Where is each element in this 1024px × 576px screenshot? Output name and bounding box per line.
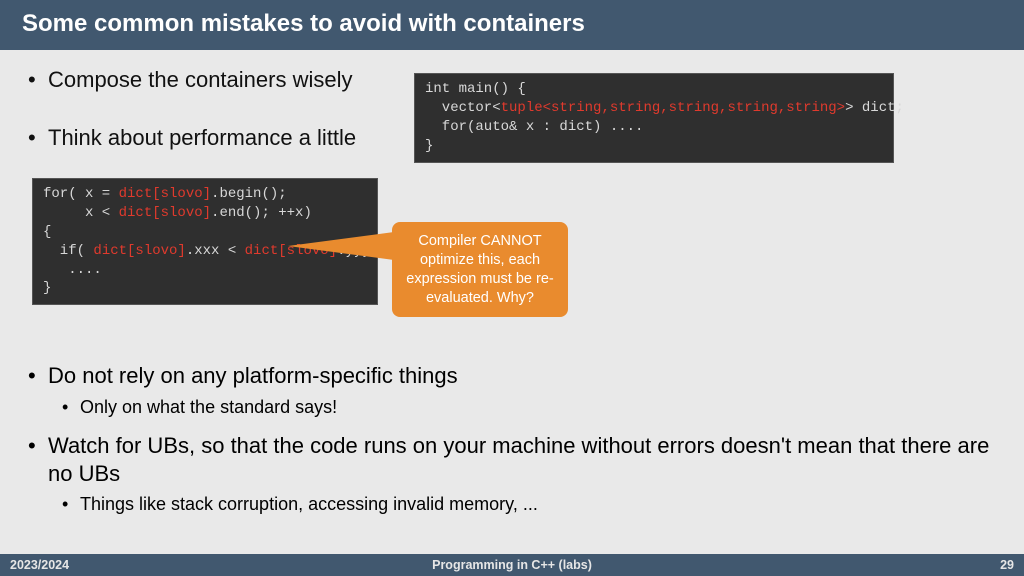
code-highlight: dict[slovo]	[119, 186, 211, 202]
code-highlight: dict[slovo]	[119, 205, 211, 221]
code-text: for(auto& x : dict) ....	[425, 119, 643, 135]
slide-title: Some common mistakes to avoid with conta…	[0, 0, 1024, 50]
code-text: .end(); ++x)	[211, 205, 312, 221]
footer-page-number: 29	[1000, 558, 1014, 572]
code-text: vector<	[425, 100, 501, 116]
code-text: }	[425, 138, 433, 154]
slide: Some common mistakes to avoid with conta…	[0, 0, 1024, 576]
code-highlight: dict[slovo]	[93, 243, 185, 259]
code-text: .begin();	[211, 186, 287, 202]
bullet-ub: Watch for UBs, so that the code runs on …	[28, 432, 996, 516]
code-text: if(	[43, 243, 93, 259]
bullet-text: Do not rely on any platform-specific thi…	[48, 363, 458, 388]
footer-course: Programming in C++ (labs)	[0, 558, 1024, 572]
code-highlight: tuple<string,string,string,string,string…	[501, 100, 845, 116]
code-text: > dict;	[845, 100, 904, 116]
code-text: {	[43, 224, 51, 240]
code-text: x <	[43, 205, 119, 221]
bullet-text: Watch for UBs, so that the code runs on …	[48, 433, 989, 486]
bullet-platform: Do not rely on any platform-specific thi…	[28, 362, 996, 418]
code-text: for( x =	[43, 186, 119, 202]
footer: 2023/2024 Programming in C++ (labs) 29	[0, 554, 1024, 576]
callout-arrow-icon	[288, 232, 394, 260]
subbullet-ub-examples: Things like stack corruption, accessing …	[48, 493, 996, 516]
code-text: int main() {	[425, 81, 526, 97]
code-text: .xxx <	[186, 243, 245, 259]
code-text: ....	[43, 262, 102, 278]
subbullet-standard: Only on what the standard says!	[48, 396, 996, 419]
code-block-1: int main() { vector<tuple<string,string,…	[414, 73, 894, 163]
content-lower: Do not rely on any platform-specific thi…	[0, 362, 1024, 530]
footer-year: 2023/2024	[10, 558, 69, 572]
callout-box: Compiler CANNOT optimize this, each expr…	[392, 222, 568, 317]
code-text: }	[43, 280, 51, 296]
